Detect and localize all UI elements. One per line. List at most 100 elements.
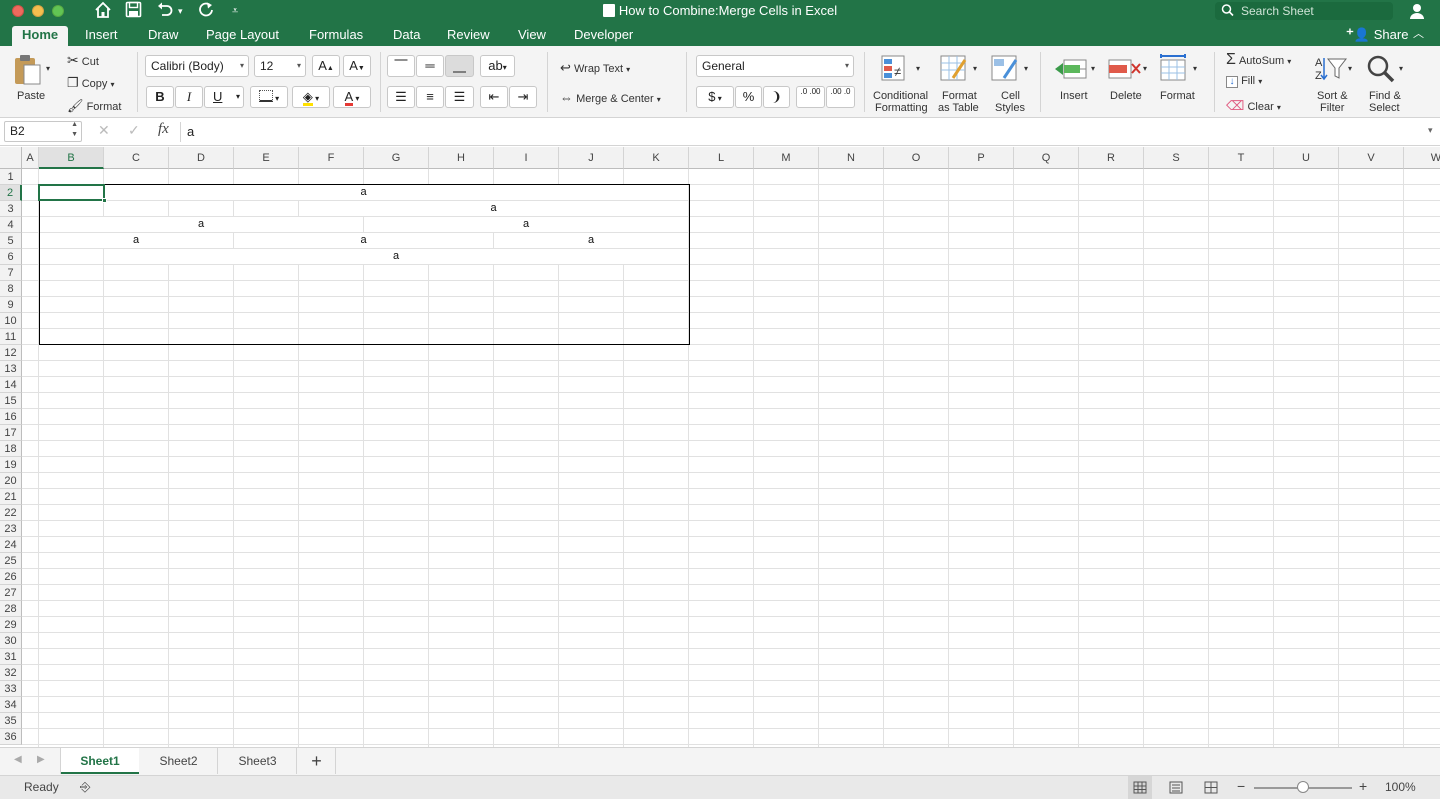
tab-insert[interactable]: Insert <box>75 26 128 46</box>
tab-developer[interactable]: Developer <box>564 26 643 46</box>
zoom-level[interactable]: 100% <box>1385 780 1416 794</box>
account-icon[interactable] <box>1408 2 1426 23</box>
confirm-entry-icon[interactable]: ✓ <box>128 122 140 139</box>
row-header-36[interactable]: 36 <box>0 729 22 745</box>
delete-cells-icon[interactable] <box>1107 56 1141 85</box>
borders-button[interactable]: ▾ <box>250 86 288 108</box>
conditional-formatting-label2[interactable]: Formatting <box>875 102 928 114</box>
merge-center-button[interactable]: ⇔ Merge & Center ▾ <box>560 90 661 105</box>
row-header-12[interactable]: 12 <box>0 345 22 361</box>
format-cells-icon[interactable] <box>1159 54 1191 85</box>
row-header-31[interactable]: 31 <box>0 649 22 665</box>
row-header-17[interactable]: 17 <box>0 425 22 441</box>
column-header-h[interactable]: H <box>429 147 494 169</box>
name-box-stepper-icon[interactable]: ▲ ▼ <box>71 120 78 140</box>
sort-filter-label[interactable]: Sort & <box>1317 90 1348 102</box>
row-header-23[interactable]: 23 <box>0 521 22 537</box>
column-header-r[interactable]: R <box>1079 147 1144 169</box>
column-header-w[interactable]: W <box>1404 147 1440 169</box>
find-select-icon[interactable] <box>1366 54 1396 87</box>
format-as-table-icon[interactable] <box>939 54 969 85</box>
column-header-n[interactable]: N <box>819 147 884 169</box>
decrease-indent-icon[interactable]: ⇤ <box>480 86 508 108</box>
page-layout-view-icon[interactable] <box>1166 776 1186 802</box>
active-cell-b2[interactable] <box>38 184 105 201</box>
paste-button-label[interactable]: Paste <box>17 90 45 102</box>
delete-cells-label[interactable]: Delete <box>1110 90 1142 102</box>
tab-home[interactable]: Home <box>12 26 69 46</box>
row-header-9[interactable]: 9 <box>0 297 22 313</box>
column-header-q[interactable]: Q <box>1014 147 1079 169</box>
insert-cells-icon[interactable] <box>1054 56 1088 85</box>
row-header-8[interactable]: 8 <box>0 281 22 297</box>
cell-styles-label[interactable]: Cell <box>1001 90 1020 102</box>
align-middle-icon[interactable]: ═ <box>416 55 444 77</box>
column-header-t[interactable]: T <box>1209 147 1274 169</box>
previous-sheet-icon[interactable]: ◀ <box>14 754 22 765</box>
copy-button[interactable]: ❐ Copy ▾ <box>67 75 114 91</box>
insert-cells-label[interactable]: Insert <box>1060 90 1088 102</box>
format-cells-label[interactable]: Format <box>1160 90 1195 102</box>
align-center-icon[interactable]: ≡ <box>416 86 444 108</box>
find-select-label2[interactable]: Select <box>1369 102 1400 114</box>
format-as-table-label[interactable]: Format <box>942 90 977 102</box>
cancel-entry-icon[interactable]: ✕ <box>98 122 110 139</box>
font-color-button[interactable]: A ▾ <box>333 86 371 108</box>
comma-format-button[interactable]: ❩ <box>763 86 790 108</box>
row-header-27[interactable]: 27 <box>0 585 22 601</box>
format-painter-button[interactable]: 🖌 Format <box>67 98 121 114</box>
row-header-32[interactable]: 32 <box>0 665 22 681</box>
column-header-o[interactable]: O <box>884 147 949 169</box>
tab-data[interactable]: Data <box>383 26 430 46</box>
row-header-13[interactable]: 13 <box>0 361 22 377</box>
column-header-b[interactable]: B <box>39 147 104 169</box>
column-header-k[interactable]: K <box>624 147 689 169</box>
column-header-m[interactable]: M <box>754 147 819 169</box>
fill-color-button[interactable]: ◈ ▾ <box>292 86 330 108</box>
sort-filter-icon[interactable]: AZ <box>1314 54 1348 87</box>
find-select-label[interactable]: Find & <box>1369 90 1401 102</box>
spreadsheet-grid[interactable]: ABCDEFGHIJKLMNOPQRSTUVW 1 2 3 4 5 6 7 8 9 10 11 12 1… <box>0 147 1440 747</box>
increase-indent-icon[interactable]: ⇥ <box>509 86 537 108</box>
row-header-19[interactable]: 19 <box>0 457 22 473</box>
row-header-22[interactable]: 22 <box>0 505 22 521</box>
tab-page-layout[interactable]: Page Layout <box>196 26 289 46</box>
formula-input[interactable]: a <box>187 124 1417 139</box>
number-format-select[interactable]: General ▾ <box>696 55 854 77</box>
tab-view[interactable]: View <box>508 26 556 46</box>
italic-button[interactable]: I <box>175 86 203 108</box>
underline-button[interactable]: U ▾ <box>204 86 244 108</box>
column-header-c[interactable]: C <box>104 147 169 169</box>
row-header-34[interactable]: 34 <box>0 697 22 713</box>
column-header-l[interactable]: L <box>689 147 754 169</box>
cell-styles-label2[interactable]: Styles <box>995 102 1025 114</box>
align-bottom-icon[interactable]: ⎽ <box>445 55 474 77</box>
row-header-33[interactable]: 33 <box>0 681 22 697</box>
row-header-7[interactable]: 7 <box>0 265 22 281</box>
format-as-table-label2[interactable]: as Table <box>938 102 979 114</box>
row-header-35[interactable]: 35 <box>0 713 22 729</box>
cut-button[interactable]: ✂ Cut <box>67 52 99 69</box>
row-header-2[interactable]: 2 <box>0 185 22 201</box>
align-top-icon[interactable]: ⎺ <box>387 55 415 77</box>
cell-styles-icon[interactable] <box>990 54 1020 85</box>
decrease-font-size-button[interactable]: A▼ <box>343 55 371 77</box>
row-header-14[interactable]: 14 <box>0 377 22 393</box>
autosum-button[interactable]: Σ AutoSum ▾ <box>1226 51 1291 69</box>
row-header-24[interactable]: 24 <box>0 537 22 553</box>
increase-font-size-button[interactable]: A▲ <box>312 55 340 77</box>
column-header-g[interactable]: G <box>364 147 429 169</box>
column-header-f[interactable]: F <box>299 147 364 169</box>
align-left-icon[interactable]: ☰ <box>387 86 415 108</box>
font-name-select[interactable]: Calibri (Body) ▾ <box>145 55 249 77</box>
decrease-decimal-button[interactable]: .00 .0 <box>826 86 855 108</box>
row-header-20[interactable]: 20 <box>0 473 22 489</box>
row-header-6[interactable]: 6 <box>0 249 22 265</box>
next-sheet-icon[interactable]: ▶ <box>37 754 45 765</box>
row-header-10[interactable]: 10 <box>0 313 22 329</box>
column-header-i[interactable]: I <box>494 147 559 169</box>
row-header-16[interactable]: 16 <box>0 409 22 425</box>
clear-button[interactable]: ⌫ Clear ▾ <box>1226 98 1281 114</box>
tab-review[interactable]: Review <box>437 26 500 46</box>
column-header-p[interactable]: P <box>949 147 1014 169</box>
